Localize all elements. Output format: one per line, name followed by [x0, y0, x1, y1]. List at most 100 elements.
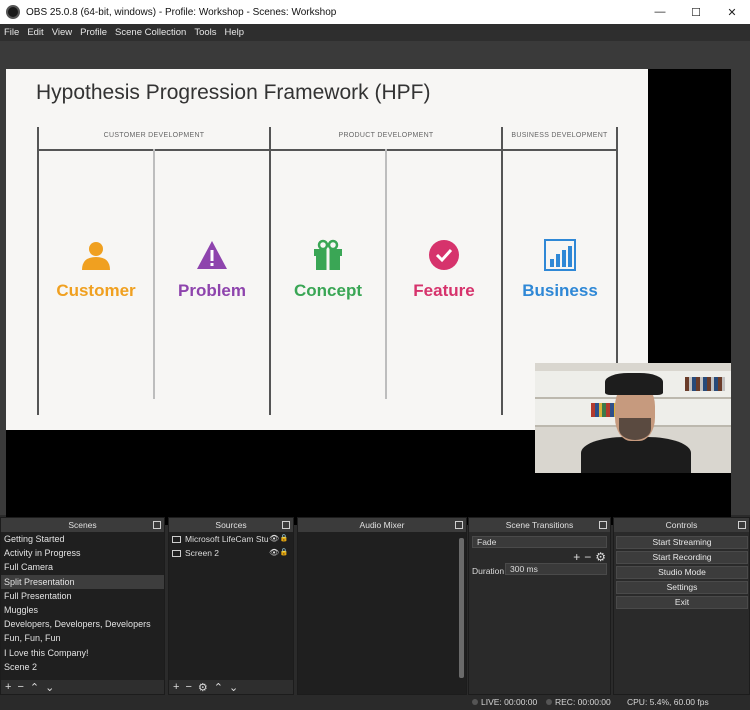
- webcam-feed: [535, 363, 731, 473]
- stage-concept: Concept: [271, 239, 385, 301]
- rec-time: REC: 00:00:00: [555, 697, 611, 707]
- transition-tools: + − ⚙: [573, 551, 606, 563]
- menu-view[interactable]: View: [48, 27, 76, 38]
- status-bar: LIVE: 00:00:00 REC: 00:00:00 CPU: 5.4%, …: [0, 695, 750, 710]
- cpu-status: CPU: 5.4%, 60.00 fps: [627, 697, 709, 707]
- scene-item[interactable]: Muggles: [1, 603, 164, 617]
- warning-icon: [197, 241, 227, 269]
- studio-mode-button[interactable]: Studio Mode: [616, 566, 748, 579]
- undock-icon[interactable]: [282, 521, 290, 529]
- preview-area: Hypothesis Progression Framework (HPF) C…: [0, 41, 750, 525]
- undock-icon[interactable]: [599, 521, 607, 529]
- sources-toolbar: + − ⚙ ⌃ ⌄: [169, 680, 293, 694]
- sources-dock: Sources Microsoft LifeCam Studio 👁 🔒 Scr…: [168, 517, 294, 695]
- scenes-list: Getting Started Activity in Progress Ful…: [1, 532, 164, 680]
- add-icon[interactable]: +: [173, 681, 179, 693]
- person-icon: [82, 242, 110, 270]
- scene-item-selected[interactable]: Split Presentation: [1, 574, 164, 589]
- remove-icon[interactable]: −: [185, 681, 191, 693]
- source-item[interactable]: Screen 2 👁 🔒: [169, 546, 293, 560]
- sources-list: Microsoft LifeCam Studio 👁 🔒 Screen 2 👁 …: [169, 532, 293, 680]
- maximize-button[interactable]: ☐: [678, 0, 714, 24]
- duration-input[interactable]: 300 ms: [505, 563, 607, 575]
- scenes-dock-title: Scenes: [68, 520, 97, 530]
- audio-mixer-title: Audio Mixer: [359, 520, 405, 530]
- scene-item[interactable]: Activity in Progress: [1, 546, 164, 560]
- checkmark-icon: [429, 240, 459, 270]
- stage-label: Business: [522, 281, 598, 300]
- scene-item[interactable]: Getting Started: [1, 532, 164, 546]
- menu-help[interactable]: Help: [221, 27, 249, 38]
- section-label-business: BUSINESS DEVELOPMENT: [511, 132, 608, 139]
- controls-dock: Controls Start Streaming Start Recording…: [613, 517, 750, 695]
- source-item[interactable]: Microsoft LifeCam Studio 👁 🔒: [169, 532, 293, 546]
- eye-icon[interactable]: 👁: [269, 532, 279, 546]
- undock-icon[interactable]: [153, 521, 161, 529]
- close-button[interactable]: ✕: [714, 0, 750, 24]
- scene-transitions-body: Fade + − ⚙ Duration 300 ms: [469, 532, 610, 694]
- camera-icon: [172, 535, 181, 543]
- remove-icon[interactable]: −: [584, 551, 591, 563]
- live-time: LIVE: 00:00:00: [481, 697, 538, 707]
- undock-icon[interactable]: [738, 521, 746, 529]
- audio-mixer-scrollbar[interactable]: [459, 538, 464, 678]
- move-down-icon[interactable]: ⌄: [45, 681, 54, 694]
- settings-button[interactable]: Settings: [616, 581, 748, 594]
- eye-icon[interactable]: 👁: [269, 546, 279, 560]
- gear-icon[interactable]: ⚙: [595, 551, 606, 563]
- preview-canvas[interactable]: Hypothesis Progression Framework (HPF) C…: [6, 69, 731, 525]
- scene-transitions-title: Scene Transitions: [505, 520, 574, 530]
- lock-icon[interactable]: 🔒: [279, 532, 289, 546]
- source-name: Microsoft LifeCam Studio: [185, 534, 269, 544]
- menu-tools[interactable]: Tools: [190, 27, 220, 38]
- scene-transitions-dock: Scene Transitions Fade + − ⚙ Duration 30…: [468, 517, 611, 695]
- move-down-icon[interactable]: ⌄: [229, 681, 238, 694]
- start-streaming-button[interactable]: Start Streaming: [616, 536, 748, 549]
- scene-item[interactable]: I Love this Company!: [1, 646, 164, 660]
- scene-item[interactable]: Fun, Fun, Fun: [1, 631, 164, 645]
- add-icon[interactable]: +: [5, 681, 11, 693]
- gear-icon[interactable]: ⚙: [198, 681, 208, 694]
- menu-file[interactable]: File: [0, 27, 23, 38]
- undock-icon[interactable]: [455, 521, 463, 529]
- stage-label: Concept: [294, 281, 362, 300]
- controls-header: Controls: [614, 518, 749, 532]
- live-indicator-icon: [472, 699, 478, 705]
- stage-label: Problem: [177, 281, 247, 300]
- bar-chart-icon: [544, 239, 576, 271]
- menu-bar: File Edit View Profile Scene Collection …: [0, 24, 750, 41]
- start-recording-button[interactable]: Start Recording: [616, 551, 748, 564]
- scene-item[interactable]: Scene 2: [1, 660, 164, 674]
- audio-mixer-body: [298, 532, 466, 694]
- menu-scene-collection[interactable]: Scene Collection: [111, 27, 190, 38]
- stage-feature: Feature: [387, 239, 501, 301]
- menu-edit[interactable]: Edit: [23, 27, 47, 38]
- slide-title: Hypothesis Progression Framework (HPF): [36, 81, 431, 104]
- transition-select[interactable]: Fade: [472, 536, 607, 548]
- controls-title: Controls: [665, 520, 698, 530]
- move-up-icon[interactable]: ⌃: [30, 681, 39, 694]
- stage-label: Feature: [413, 281, 475, 300]
- scene-item[interactable]: Developers, Developers, Developers: [1, 617, 164, 631]
- lock-icon[interactable]: 🔒: [279, 546, 289, 560]
- source-name: Screen 2: [185, 548, 220, 558]
- monitor-icon: [172, 549, 181, 557]
- move-up-icon[interactable]: ⌃: [214, 681, 223, 694]
- stage-business: Business: [503, 239, 617, 301]
- window-controls: — ☐ ✕: [642, 0, 750, 24]
- obs-app-icon: [6, 5, 20, 19]
- scene-transitions-header: Scene Transitions: [469, 518, 610, 532]
- window-title: OBS 25.0.8 (64-bit, windows) - Profile: …: [26, 6, 337, 18]
- exit-button[interactable]: Exit: [616, 596, 748, 609]
- remove-icon[interactable]: −: [17, 681, 23, 693]
- section-label-customer: CUSTOMER DEVELOPMENT: [103, 132, 205, 139]
- gift-icon: [314, 239, 342, 270]
- scene-item[interactable]: Full Presentation: [1, 589, 164, 603]
- scenes-dock: Scenes Getting Started Activity in Progr…: [0, 517, 165, 695]
- minimize-button[interactable]: —: [642, 0, 678, 24]
- stage-customer: Customer: [39, 239, 153, 301]
- scenes-dock-header: Scenes: [1, 518, 164, 532]
- menu-profile[interactable]: Profile: [76, 27, 111, 38]
- scene-item[interactable]: Full Camera: [1, 560, 164, 574]
- add-icon[interactable]: +: [573, 551, 580, 563]
